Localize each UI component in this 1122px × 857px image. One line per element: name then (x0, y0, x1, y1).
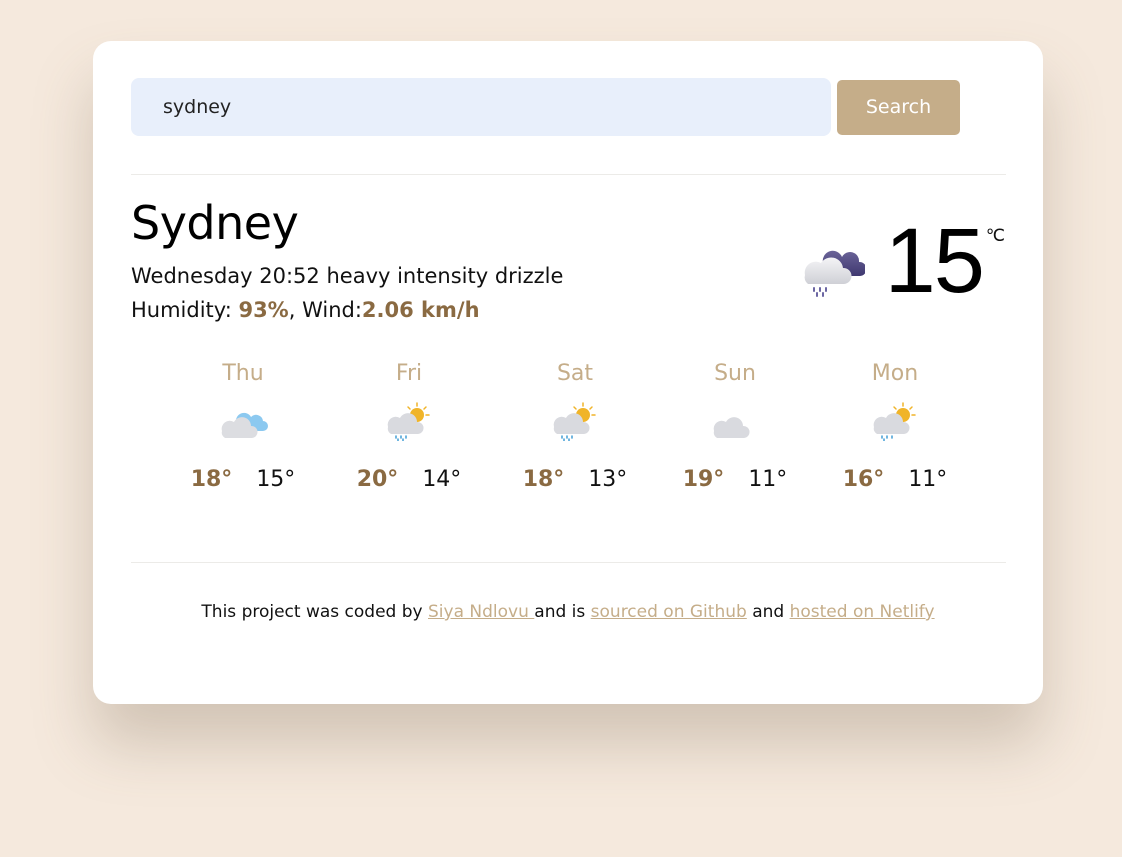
sun-rain-icon (873, 402, 916, 441)
forecast-temps: 19° 11° (660, 467, 810, 492)
celsius-unit[interactable]: ℃ (986, 226, 1005, 246)
search-input[interactable] (131, 78, 831, 136)
forecast-temps: 20° 14° (334, 467, 484, 492)
forecast-temps: 18° 15° (168, 467, 318, 492)
wind-value: 2.06 km/h (361, 298, 480, 322)
forecast-max: 20° (356, 467, 399, 492)
forecast-day: Thu 18° 15° (168, 359, 318, 492)
forecast-day-name: Sun (714, 361, 756, 386)
drizzle-night-icon (804, 250, 865, 297)
search-form: Search (131, 78, 960, 136)
footer-text: and (746, 602, 790, 622)
footer-text: This project was coded by (201, 602, 428, 622)
divider (131, 174, 1006, 175)
forecast-min: 13° (588, 467, 628, 492)
forecast-day: Mon 16° 11° (820, 359, 970, 492)
temperature-value: 15 (884, 210, 985, 312)
weather-card: Search Sydney Wednesday 20:52 heavy inte… (93, 41, 1043, 704)
city-name: Sydney (131, 196, 299, 250)
footer-text: and is (534, 602, 591, 622)
cloudy-icon (221, 412, 268, 438)
divider (131, 562, 1006, 563)
forecast-day-name: Sat (556, 361, 594, 386)
search-button[interactable]: Search (837, 79, 960, 135)
forecast-day-name: Thu (222, 361, 264, 386)
forecast-max: 19° (682, 467, 725, 492)
forecast: Thu 18° 15° Fri 20° 14° Sat 18° 13° Sun … (131, 359, 1006, 519)
forecast-min: 15° (256, 467, 296, 492)
sun-rain-icon (553, 402, 596, 441)
forecast-min: 11° (748, 467, 788, 492)
forecast-day: Fri 20° 14° (334, 359, 484, 492)
date-description-line: Wednesday 20:52 heavy intensity drizzle (131, 259, 563, 293)
weather-description: heavy intensity drizzle (326, 264, 564, 288)
footer: This project was coded by Siya Ndlovu an… (93, 602, 1043, 622)
cloud-icon (713, 417, 750, 438)
forecast-min: 11° (908, 467, 948, 492)
forecast-day-name: Mon (871, 361, 919, 386)
forecast-day-name: Fri (395, 361, 423, 386)
forecast-day: Sat 18° 13° (500, 359, 650, 492)
netlify-link[interactable]: hosted on Netlify (790, 602, 935, 622)
humidity-value: 93% (238, 298, 289, 322)
sun-rain-icon (387, 402, 430, 441)
forecast-max: 18° (522, 467, 565, 492)
day-time: Wednesday 20:52 (131, 264, 320, 288)
current-temperature: 15 ℃ (799, 213, 1005, 309)
current-details: Wednesday 20:52 heavy intensity drizzle … (131, 259, 563, 327)
forecast-temps: 16° 11° (820, 467, 970, 492)
forecast-min: 14° (422, 467, 462, 492)
humidity-wind-line: Humidity: 93%, Wind:2.06 km/h (131, 293, 563, 327)
forecast-max: 16° (842, 467, 885, 492)
forecast-temps: 18° 13° (500, 467, 650, 492)
forecast-max: 18° (190, 467, 233, 492)
wind-label: , Wind: (288, 298, 362, 322)
author-link[interactable]: Siya Ndlovu (428, 602, 534, 622)
humidity-label: Humidity: (131, 298, 239, 322)
github-link[interactable]: sourced on Github (591, 602, 747, 622)
forecast-day: Sun 19° 11° (660, 359, 810, 492)
